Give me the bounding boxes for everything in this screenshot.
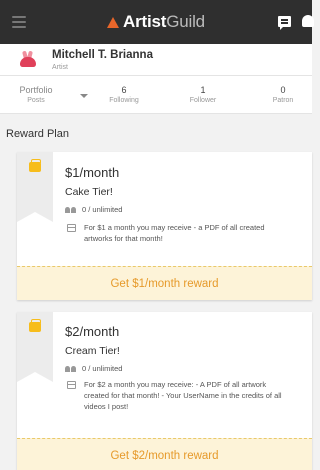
stat-patron-value: 0 — [280, 85, 286, 95]
stat-following-value: 6 — [121, 85, 127, 95]
reward-tier: Cream Tier! — [65, 345, 120, 357]
reward-limit-text: 0 / unlimited — [82, 364, 123, 373]
app-title: ArtistGuild — [123, 12, 205, 31]
profile-role: Artist — [52, 64, 68, 71]
stat-following[interactable]: 6 Following — [96, 85, 152, 106]
section-title: Reward Plan — [6, 128, 69, 140]
profile-header[interactable]: Mitchell T. Brianna Artist — [0, 44, 312, 76]
stat-patron[interactable]: 0 Patron — [258, 85, 308, 106]
cake-icon — [29, 159, 41, 172]
stat-follower-value: 1 — [200, 85, 206, 95]
stat-following-label: Following — [109, 97, 139, 104]
artistguild-logo-icon — [107, 16, 120, 28]
top-app-bar: ArtistGuild — [0, 0, 314, 44]
app-logo[interactable]: ArtistGuild — [0, 0, 312, 44]
stat-follower-label: Follower — [189, 97, 217, 104]
reward-card: $1/month Cake Tier! 0 / unlimited For $1… — [17, 152, 312, 300]
reward-price: $1/month — [65, 165, 120, 180]
reward-limit: 0 / unlimited — [65, 364, 122, 373]
chevron-down-icon[interactable] — [80, 94, 88, 98]
reward-limit: 0 / unlimited — [65, 205, 122, 214]
people-icon — [65, 206, 76, 213]
get-reward-button[interactable]: Get $1/month reward — [17, 266, 312, 300]
profile-stats: Portfolio Posts 6 Following 1 Follower 0… — [0, 76, 312, 114]
reward-description-text: For $1 a month you may receive - a PDF o… — [84, 223, 265, 243]
stat-patron-label: Patron — [272, 97, 294, 104]
gift-icon — [67, 381, 76, 389]
stat-portfolio-label: Posts — [27, 97, 45, 104]
stat-portfolio-value: Portfolio — [19, 85, 53, 95]
ribbon-badge — [17, 152, 53, 222]
profile-name: Mitchell T. Brianna — [52, 49, 153, 61]
reward-description: For $2 a month you may receive: - A PDF … — [65, 379, 291, 413]
reward-card: $2/month Cream Tier! 0 / unlimited For $… — [17, 312, 312, 470]
stat-portfolio[interactable]: Portfolio Posts — [4, 85, 68, 106]
stat-follower[interactable]: 1 Follower — [175, 85, 231, 106]
avatar[interactable] — [18, 50, 38, 69]
cake-icon — [29, 319, 41, 332]
gift-icon — [67, 224, 76, 232]
reward-description: For $1 a month you may receive - a PDF o… — [65, 222, 291, 246]
get-reward-button[interactable]: Get $2/month reward — [17, 438, 312, 470]
reward-limit-text: 0 / unlimited — [82, 205, 123, 214]
ribbon-badge — [17, 312, 53, 382]
reward-price: $2/month — [65, 324, 120, 339]
chat-icon[interactable] — [278, 16, 291, 30]
reward-description-text: For $2 a month you may receive: - A PDF … — [84, 380, 282, 411]
people-icon — [65, 365, 76, 372]
reward-tier: Cake Tier! — [65, 186, 113, 198]
bell-icon[interactable] — [302, 15, 314, 27]
